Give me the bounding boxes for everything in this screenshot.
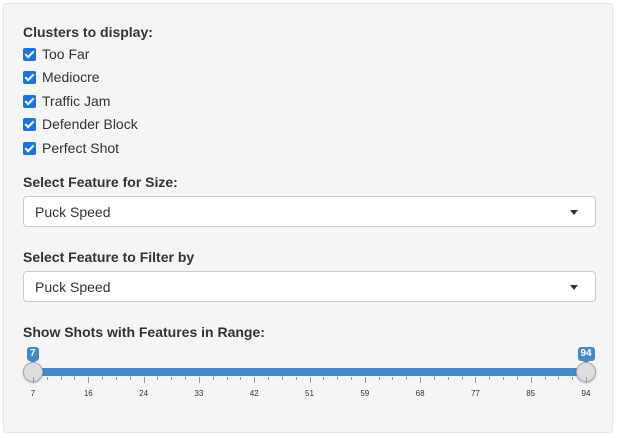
slider-minor-tick (46, 377, 48, 380)
slider-tick-label: 7 (30, 389, 36, 398)
checkbox-label: Too Far (42, 46, 90, 62)
slider-tick (475, 377, 477, 383)
slider-minor-tick (323, 377, 325, 380)
slider-tick (586, 377, 587, 383)
slider-minor-tick (544, 377, 546, 380)
slider-tick (33, 377, 34, 383)
checkbox-checked-icon[interactable] (23, 94, 36, 108)
checkbox-traffic-jam[interactable]: Traffic Jam (23, 92, 110, 110)
slider-minor-tick (240, 377, 242, 380)
slider-tick-label: 16 (83, 389, 93, 398)
checkbox-label: Perfect Shot (42, 140, 120, 156)
checkbox-defender-block[interactable]: Defender Block (23, 115, 138, 133)
slider-tick (143, 377, 145, 383)
slider-minor-tick (295, 377, 297, 380)
slider-tick-label: 59 (360, 389, 370, 398)
chevron-down-icon (570, 285, 578, 290)
chevron-down-icon (570, 210, 578, 215)
size-feature-value: Puck Speed (35, 204, 111, 220)
checkbox-checked-icon[interactable] (23, 70, 36, 84)
slider-minor-tick (74, 377, 76, 380)
size-feature-label: Select Feature for Size: (23, 174, 178, 190)
slider-tick-label: 77 (470, 389, 480, 398)
slider-minor-tick (461, 377, 463, 380)
checkbox-label: Traffic Jam (42, 93, 111, 109)
slider-tick-label: 51 (305, 389, 314, 398)
slider-minor-tick (185, 377, 187, 380)
slider-tick-label: 42 (249, 389, 259, 398)
clusters-label: Clusters to display: (23, 24, 153, 40)
slider-minor-tick (406, 377, 408, 380)
slider-from-badge: 7 (27, 347, 39, 364)
slider-minor-tick (337, 377, 339, 380)
slider-minor-tick (281, 377, 283, 380)
sidebar-panel: Clusters to display: Too Far Mediocre Tr… (3, 3, 613, 433)
slider-tick (88, 377, 90, 383)
slider-minor-tick (516, 377, 518, 380)
slider-minor-tick (129, 377, 131, 380)
slider-tick (198, 377, 200, 383)
slider-minor-tick (392, 377, 394, 380)
slider-minor-tick (212, 377, 214, 380)
slider-minor-tick (171, 377, 173, 380)
slider-minor-tick (433, 377, 435, 380)
slider-minor-tick (268, 377, 270, 380)
slider-minor-tick (447, 377, 449, 380)
slider-to-badge: 94 (577, 347, 595, 364)
checkbox-perfect-shot[interactable]: Perfect Shot (23, 139, 119, 157)
slider-tick (254, 377, 256, 383)
checkbox-label: Mediocre (42, 69, 100, 85)
slider-tick (530, 377, 532, 383)
filter-feature-label: Select Feature to Filter by (23, 249, 195, 265)
range-label: Show Shots with Features in Range: (23, 324, 265, 340)
size-feature-select[interactable]: Puck Speed (23, 196, 596, 227)
slider-selected-range[interactable] (33, 368, 586, 376)
slider-minor-tick (489, 377, 491, 380)
checkbox-mediocre[interactable]: Mediocre (23, 68, 100, 86)
slider-minor-tick (503, 377, 505, 380)
checkbox-label: Defender Block (42, 116, 138, 132)
slider-tick (420, 377, 422, 383)
slider-tick-label: 68 (415, 389, 425, 398)
slider-minor-tick (60, 377, 62, 380)
slider-tick-label: 24 (139, 389, 149, 398)
slider-minor-tick (378, 377, 380, 380)
filter-feature-value: Puck Speed (35, 279, 111, 295)
slider-tick-label: 85 (526, 389, 536, 398)
slider-tick-label: 33 (194, 389, 204, 398)
checkbox-checked-icon[interactable] (23, 117, 36, 131)
slider-minor-tick (115, 377, 117, 380)
slider-tick (309, 377, 311, 383)
slider-tick (364, 377, 366, 383)
checkbox-checked-icon[interactable] (23, 47, 36, 61)
slider-minor-tick (102, 377, 104, 380)
slider-minor-tick (572, 377, 574, 380)
filter-feature-select[interactable]: Puck Speed (23, 271, 596, 302)
checkbox-too-far[interactable]: Too Far (23, 45, 89, 63)
slider-minor-tick (157, 377, 159, 380)
slider-minor-tick (350, 377, 352, 380)
slider-minor-tick (558, 377, 560, 380)
checkbox-checked-icon[interactable] (23, 141, 36, 155)
slider-tick-label: 94 (581, 389, 591, 398)
slider-minor-tick (226, 377, 228, 380)
